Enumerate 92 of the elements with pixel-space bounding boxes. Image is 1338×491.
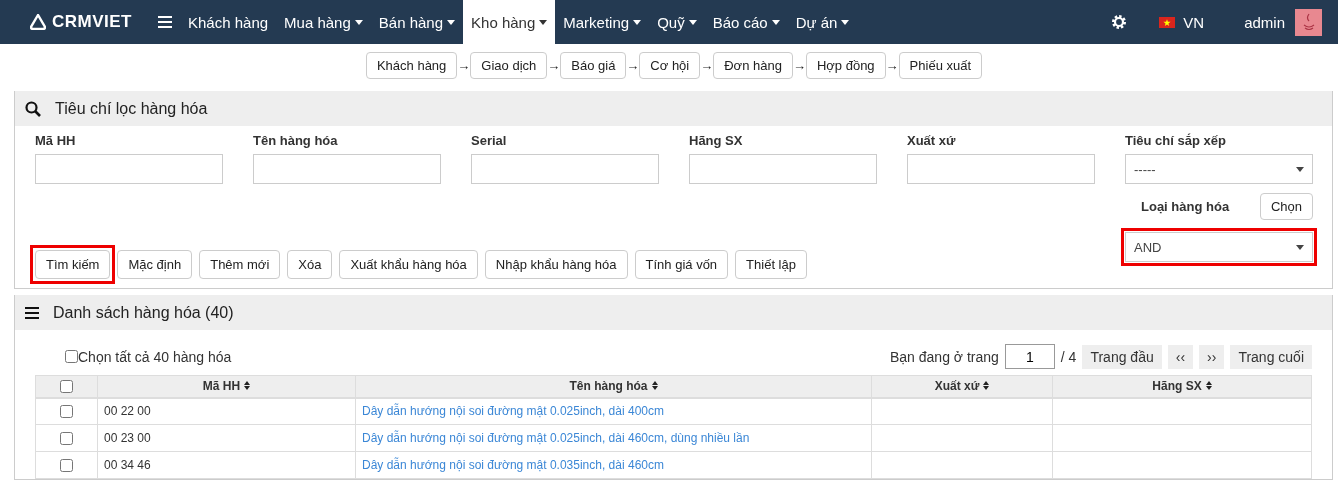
logo[interactable]: CRMVIET: [30, 0, 132, 44]
checkbox[interactable]: [65, 350, 78, 363]
sort-icon: [244, 381, 251, 391]
field-label: Hãng SX: [689, 133, 744, 148]
checkbox[interactable]: [60, 405, 73, 419]
workflow-step[interactable]: Phiếu xuất: [898, 52, 983, 79]
arrow-separator: →: [547, 58, 561, 73]
product-link[interactable]: Dây dẫn hướng nội soi đường mật 0.035inch, dài 460cm: [355, 451, 872, 479]
field-label: Serial: [471, 133, 508, 148]
caret-icon: [771, 19, 780, 25]
nav-item[interactable]: Khách hàng: [180, 0, 277, 44]
panel-title: Danh sách hàng hóa (40): [53, 303, 234, 322]
panel-title: Tiêu chí lọc hàng hóa: [55, 99, 208, 118]
sort-icon: [1205, 381, 1212, 391]
menu-icon: [25, 306, 39, 319]
input-field[interactable]: [907, 154, 1095, 184]
caret-icon: [539, 19, 548, 25]
input-field[interactable]: [253, 154, 441, 184]
action-button[interactable]: Thiết lập: [735, 250, 807, 279]
arrow-separator: →: [700, 58, 714, 73]
field-label: Tiêu chí sắp xếp: [1125, 133, 1227, 148]
action-button[interactable]: Xóa: [287, 250, 333, 279]
action-button[interactable]: Tìm kiếm: [35, 250, 111, 279]
action-button[interactable]: Mặc định: [117, 250, 193, 279]
nav-item[interactable]: Quỹ: [649, 0, 705, 44]
caret-icon: [688, 19, 697, 25]
column-header[interactable]: Hãng SX: [1052, 375, 1312, 398]
field-label: Xuất xứ: [907, 133, 957, 148]
arrow-separator: →: [457, 58, 471, 73]
field-label: Tên hàng hóa: [253, 133, 339, 148]
table-cell: 00 34 46: [97, 451, 356, 479]
column-header[interactable]: Mã HH: [97, 375, 356, 398]
category-select[interactable]: AND: [1125, 232, 1313, 262]
product-link[interactable]: Dây dẫn hướng nội soi đường mật 0.025inch, dài 460cm, dùng nhiều lần: [355, 424, 872, 452]
workflow-step[interactable]: Cơ hội: [639, 52, 701, 79]
caret-icon: [633, 19, 642, 25]
avatar[interactable]: [1295, 8, 1322, 36]
action-button[interactable]: Nhập khẩu hàng hóa: [484, 250, 628, 279]
menu-icon[interactable]: [158, 16, 172, 28]
page-total: / 4: [1060, 348, 1077, 365]
workflow-step[interactable]: Báo giá: [560, 52, 627, 79]
checkbox[interactable]: [60, 432, 73, 446]
sort-select[interactable]: -----: [1125, 154, 1313, 184]
checkbox[interactable]: [60, 459, 73, 473]
caret-icon: [841, 19, 850, 25]
workflow-step[interactable]: Đơn hàng: [713, 52, 793, 79]
column-header[interactable]: Xuất xứ: [871, 375, 1053, 398]
sort-icon: [983, 381, 990, 391]
select-all-label[interactable]: Chọn tất cả 40 hàng hóa: [78, 348, 232, 365]
product-link[interactable]: Dây dẫn hướng nội soi đường mật 0.025inch, dài 400cm: [355, 397, 872, 425]
caret-icon: [1296, 244, 1304, 250]
pager-button[interactable]: Trang cuối: [1230, 344, 1312, 369]
workflow-step[interactable]: Hợp đồng: [805, 52, 886, 79]
sort-icon: [651, 381, 658, 391]
settings-icon[interactable]: [1111, 14, 1128, 30]
caret-icon: [354, 19, 363, 25]
arrow-separator: →: [626, 58, 640, 73]
input-field[interactable]: [35, 154, 223, 184]
nav-item[interactable]: Marketing: [555, 0, 650, 44]
flag-icon: [1159, 16, 1176, 28]
arrow-separator: →: [885, 58, 899, 73]
checkbox[interactable]: [60, 380, 73, 394]
input-field[interactable]: [689, 154, 877, 184]
pager-button[interactable]: ››: [1199, 344, 1225, 369]
field-label: Mã HH: [35, 133, 77, 148]
table-cell: 00 22 00: [97, 397, 356, 425]
input-field[interactable]: [471, 154, 659, 184]
action-button[interactable]: Xuất khẩu hàng hóa: [339, 250, 478, 279]
workflow-step[interactable]: Khách hàng: [365, 52, 458, 79]
nav-item[interactable]: Kho hàng: [463, 0, 556, 44]
action-button[interactable]: Thêm mới: [199, 250, 281, 279]
page-input[interactable]: 1: [1004, 344, 1055, 369]
pager-button[interactable]: Trang đầu: [1082, 344, 1162, 369]
search-icon: [25, 100, 41, 117]
caret-icon: [1296, 166, 1304, 172]
action-button[interactable]: Tính giá vốn: [634, 250, 729, 279]
nav-item[interactable]: Báo cáo: [704, 0, 788, 44]
caret-icon: [447, 19, 456, 25]
user-name[interactable]: admin: [1244, 13, 1285, 31]
page-label: Bạn đang ở trang: [890, 348, 999, 365]
nav-item[interactable]: Bán hàng: [370, 0, 464, 44]
arrow-separator: →: [792, 58, 806, 73]
nav-item[interactable]: Mua hàng: [276, 0, 371, 44]
logo-icon: [30, 14, 46, 30]
nav-item[interactable]: Dự án: [787, 0, 858, 44]
workflow-step[interactable]: Giao dịch: [470, 52, 548, 79]
choose-button[interactable]: Chọn: [1259, 193, 1313, 220]
language-selector[interactable]: VN: [1159, 13, 1205, 31]
field-label: Loại hàng hóa: [1141, 199, 1230, 214]
pager-button[interactable]: ‹‹: [1167, 344, 1194, 369]
column-header[interactable]: Tên hàng hóa: [355, 375, 872, 398]
table-cell: 00 23 00: [97, 424, 356, 452]
